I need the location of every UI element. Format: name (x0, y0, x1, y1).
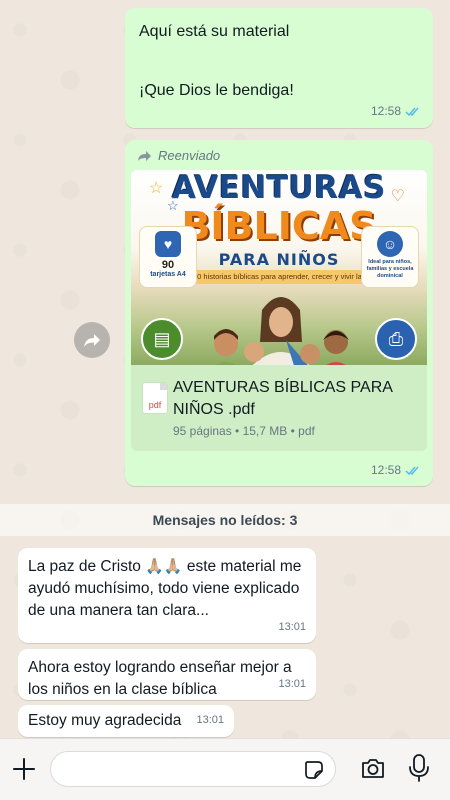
card-text: tarjetas A4 (150, 271, 186, 278)
incoming-message[interactable]: La paz de Cristo 🙏🏼🙏🏼 este material me a… (18, 548, 316, 643)
message-meta: 12:58 (371, 463, 421, 477)
mic-icon[interactable] (408, 753, 430, 783)
message-time: 12:58 (370, 463, 401, 477)
book-icon: ▤ (141, 318, 183, 360)
sticker-icon[interactable] (303, 759, 325, 781)
message-input[interactable] (50, 751, 336, 787)
message-time: 13:01 (278, 678, 306, 690)
forward-button[interactable] (74, 322, 110, 358)
cards-icon: ♥ (155, 231, 181, 257)
message-text: La paz de Cristo (28, 558, 146, 575)
forwarded-label: Reenviado (131, 146, 427, 169)
star-icon: ☆ (167, 198, 179, 213)
card-count: 90 (161, 259, 175, 271)
heart-icon: ♡ (390, 188, 405, 205)
praying-hands-emoji: 🙏🏼🙏🏼 (145, 558, 183, 575)
message-text-line: ¡Que Dios le bendiga! (139, 82, 294, 99)
card-text: Ideal para niños, familias y escuela dom… (366, 259, 414, 279)
people-icon: ☺ (377, 231, 403, 257)
message-meta: 13:01 (278, 616, 306, 638)
plus-icon[interactable] (12, 757, 36, 781)
printer-icon: ⎙ (375, 318, 417, 360)
double-check-icon (405, 107, 419, 116)
cover-illustration (214, 297, 349, 365)
camera-icon[interactable] (360, 756, 386, 780)
chat-area[interactable]: Aquí está su material ¡Que Dios le bendi… (0, 0, 450, 800)
document-info-row[interactable]: pdf AVENTURAS BÍBLICAS PARA NIÑOS .pdf 9… (131, 365, 427, 451)
forward-arrow-icon (138, 150, 151, 161)
incoming-message[interactable]: Estoy muy agradecida 13:01 (18, 705, 234, 737)
document-details: 95 páginas • 15,7 MB • pdf (173, 424, 315, 438)
message-time: 13:01 (278, 621, 306, 633)
incoming-message[interactable]: Ahora estoy logrando enseñar mejor a los… (18, 649, 316, 700)
outgoing-message[interactable]: Aquí está su material ¡Que Dios le bendi… (125, 8, 433, 128)
pdf-icon: pdf (143, 383, 167, 413)
double-check-icon (405, 466, 419, 475)
message-text: Estoy muy agradecida (28, 712, 182, 729)
message-meta: 13:01 (196, 709, 224, 731)
message-composer (0, 738, 450, 800)
cover-card-tarjetas: ♥ 90 tarjetas A4 (139, 226, 197, 288)
message-text-line: Aquí está su material (139, 23, 290, 40)
unread-messages-divider: Mensajes no leídos: 3 (0, 504, 450, 536)
forward-arrow-icon (84, 333, 100, 347)
cover-card-familias: ☺ Ideal para niños, familias y escuela d… (361, 226, 419, 288)
message-text: Ahora estoy logrando enseñar mejor a los… (28, 659, 292, 698)
document-name: AVENTURAS BÍBLICAS PARA NIÑOS .pdf (173, 379, 393, 418)
document-preview-image[interactable]: AVENTURAS BÍBLICAS PARA NIÑOS 30 histori… (131, 170, 427, 365)
message-time: 13:01 (196, 714, 224, 726)
message-meta: 12:58 (371, 104, 421, 118)
outgoing-document-message[interactable]: Reenviado AVENTURAS BÍBLICAS PARA NIÑOS … (125, 140, 433, 486)
message-meta: 13:01 (278, 673, 306, 695)
message-time: 12:58 (370, 104, 401, 118)
forwarded-text: Reenviado (158, 148, 221, 163)
star-icon: ☆ (149, 180, 164, 197)
